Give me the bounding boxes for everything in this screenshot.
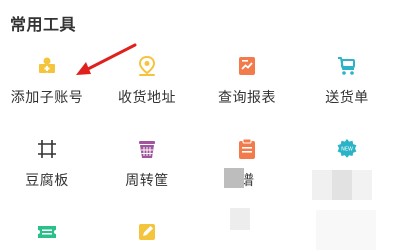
blurred-region: [230, 208, 250, 230]
tool-label-delivery-note: 送货单: [325, 90, 369, 106]
tool-edit-note[interactable]: [102, 221, 192, 243]
add-sub-account-icon: [39, 57, 55, 73]
blurred-region: [316, 210, 376, 250]
tool-label-shipping-address: 收货地址: [118, 90, 176, 106]
section-title: 常用工具: [10, 15, 77, 34]
tool-new-feature[interactable]: NEW: [302, 138, 392, 160]
location-pin-icon: [138, 55, 156, 76]
tool-shipping-address[interactable]: 收货地址: [102, 55, 192, 107]
tool-recipe[interactable]: 菜谱: [202, 138, 292, 190]
turnover-basket-icon: [139, 141, 155, 158]
tool-query-report[interactable]: 查询报表: [202, 55, 292, 107]
blurred-region: [312, 170, 332, 200]
tool-tofu-board[interactable]: 豆腐板: [2, 138, 92, 190]
blurred-region: [352, 170, 372, 200]
tool-label-tofu-board: 豆腐板: [25, 173, 69, 189]
tool-label-recipe: 菜谱: [202, 170, 292, 190]
tool-label-add-sub-account: 添加子账号: [10, 90, 84, 106]
edit-note-icon: [139, 224, 155, 240]
svg-text:NEW: NEW: [341, 147, 353, 153]
blurred-region: [224, 168, 244, 188]
blurred-region: [332, 170, 352, 200]
new-badge-icon: NEW: [337, 139, 357, 158]
tool-label-query-report: 查询报表: [218, 90, 276, 106]
tofu-board-icon: [38, 140, 56, 158]
tool-ticket[interactable]: [2, 221, 92, 243]
ticket-icon: [38, 226, 56, 238]
tool-delivery-note[interactable]: 送货单: [302, 55, 392, 107]
report-chart-icon: [239, 57, 255, 75]
recipe-clipboard-icon: [239, 138, 255, 159]
tool-add-sub-account[interactable]: 添加子账号: [2, 55, 92, 107]
tool-turnover-basket[interactable]: 周转筐: [102, 138, 192, 190]
tool-label-turnover-basket: 周转筐: [125, 173, 169, 189]
delivery-cart-icon: [338, 57, 355, 75]
